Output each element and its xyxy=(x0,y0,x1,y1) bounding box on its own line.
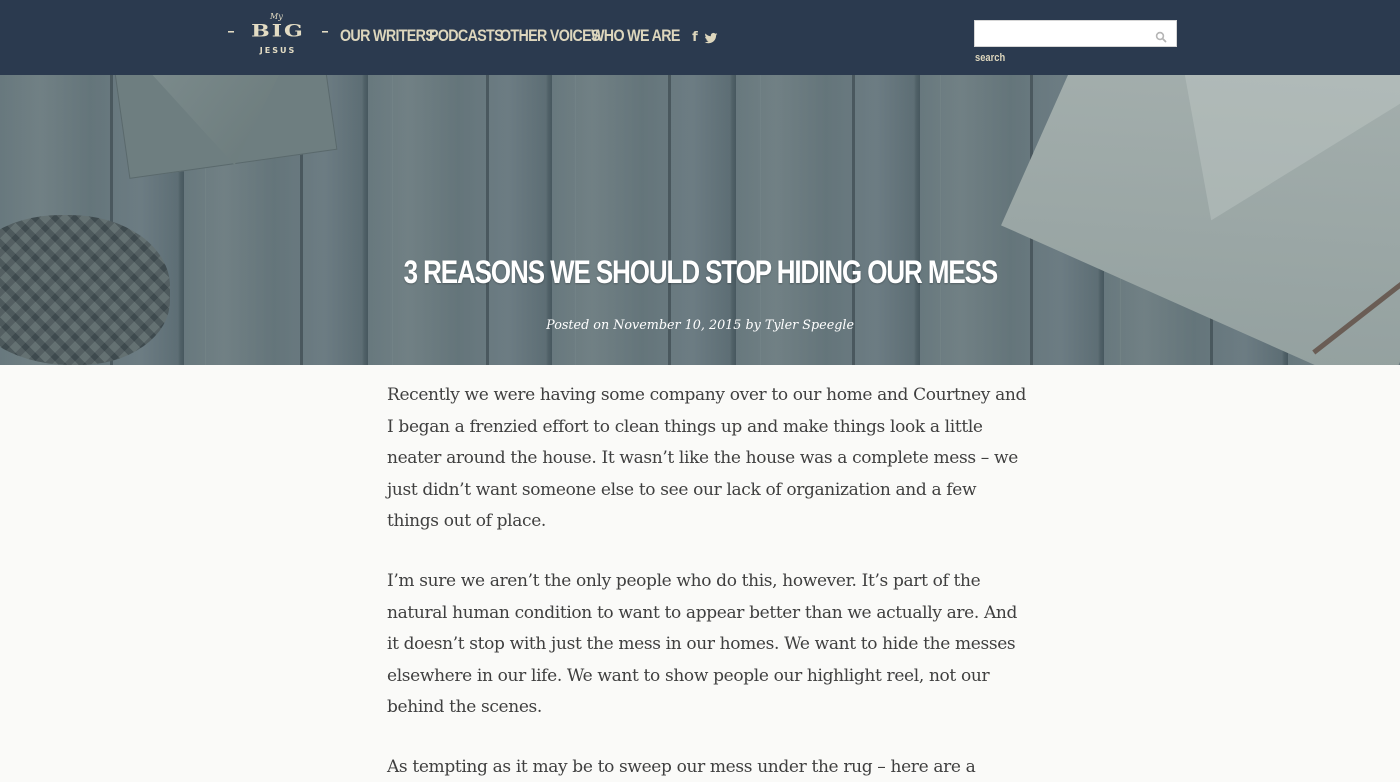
site-logo[interactable]: My BIG JESUS xyxy=(228,12,328,58)
hero-envelope-image xyxy=(108,75,338,179)
article-paragraph: Recently we were having some company ove… xyxy=(387,385,1027,532)
twitter-icon[interactable] xyxy=(704,30,722,46)
search-icon[interactable] xyxy=(1155,28,1167,43)
main-nav: OUR WRITERS PODCASTS OTHER VOICES WHO WE… xyxy=(340,26,680,50)
site-header: My BIG JESUS OUR WRITERS PODCASTS OTHER … xyxy=(0,0,1400,75)
logo-big-text: BIG xyxy=(228,22,328,40)
logo-sub-text: JESUS xyxy=(259,46,297,55)
nav-our-writers[interactable]: OUR WRITERS xyxy=(340,26,435,50)
post-title: 3 REASONS WE SHOULD STOP HIDING OUR MESS xyxy=(403,254,998,290)
logo-small-text: My xyxy=(270,12,283,21)
article-paragraph: As tempting as it may be to sweep our me… xyxy=(387,756,976,777)
nav-podcasts[interactable]: PODCASTS xyxy=(429,26,504,50)
search-label: search xyxy=(975,52,1006,64)
search-input[interactable] xyxy=(975,21,1145,46)
article-body: Recently we were having some company ove… xyxy=(387,380,1027,782)
search-box xyxy=(974,20,1177,47)
facebook-icon[interactable]: f xyxy=(686,30,704,46)
nav-other-voices[interactable]: OTHER VOICES xyxy=(500,26,601,50)
article-paragraph: I’m sure we aren’t the only people who d… xyxy=(387,570,1018,718)
social-links: f xyxy=(686,30,722,46)
post-meta: Posted on November 10, 2015 by Tyler Spe… xyxy=(546,318,854,333)
hero-banner: 3 REASONS WE SHOULD STOP HIDING OUR MESS… xyxy=(0,75,1400,365)
nav-who-we-are[interactable]: WHO WE ARE xyxy=(591,26,680,50)
